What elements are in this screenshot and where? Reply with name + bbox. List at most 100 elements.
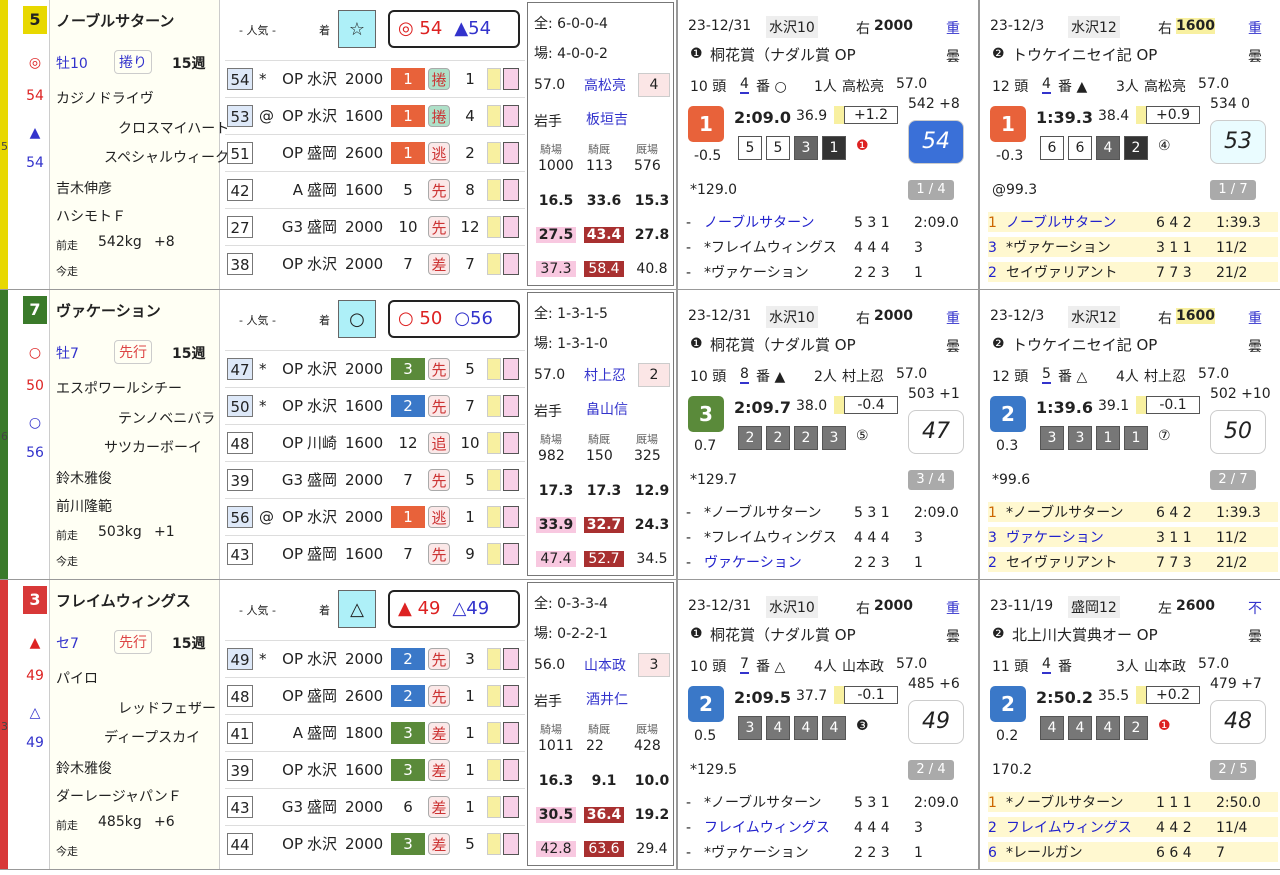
sex-age: 牡10 [56, 56, 88, 72]
race-result-row[interactable]: 2 フレイムウィングス 4 4 2 11/4 [988, 817, 1278, 837]
race-name[interactable]: 北上川大賞典オー OP [1012, 624, 1158, 645]
horse-name[interactable]: ヴァケーション [56, 300, 161, 321]
race-result-row[interactable]: 3 ヴァケーション 3 1 1 11/2 [988, 527, 1278, 547]
history-row[interactable]: 43 OP 盛岡 1600 7 先 9 [225, 535, 525, 571]
hist-class: OP [282, 650, 303, 668]
race-name[interactable]: 桐花賞（ナダル賞 OP [710, 624, 856, 645]
hist-dist: 1800 [345, 724, 384, 742]
trainer-name[interactable]: 酒井仁 [586, 689, 628, 709]
race-cond: 重 [946, 311, 960, 327]
race-result-row[interactable]: - ノーブルサターン 5 3 1 2:09.0 [686, 212, 976, 232]
race-result-row[interactable]: 6 *レールガン 6 6 4 7 [988, 842, 1278, 862]
race-weather: 曇 [946, 339, 960, 355]
jockey-name[interactable]: 高松亮 [584, 75, 626, 95]
hist-rank: 7 [403, 255, 413, 273]
race-weather: 曇 [946, 629, 960, 645]
corner-pos: 1 [1124, 426, 1148, 450]
race-result-row[interactable]: - フレイムウィングス 4 4 4 3 [686, 817, 976, 837]
pred2: △49 [452, 598, 490, 619]
hist-class: OP [282, 255, 303, 273]
history-row[interactable]: 47 * OP 水沢 2000 3 先 5 [225, 350, 525, 386]
owner: 鈴木雅俊 [56, 761, 112, 777]
race-last: 38.4 [1098, 108, 1130, 124]
race-place: 2 [990, 686, 1026, 722]
history-row[interactable]: 51 OP 盛岡 2600 1 逃 2 [225, 134, 525, 170]
race-name[interactable]: 桐花賞（ナダル賞 OP [710, 334, 856, 355]
race-result-row[interactable]: - *ヴァケーション 2 2 3 1 [686, 842, 976, 862]
race-name[interactable]: 桐花賞（ナダル賞 OP [710, 44, 856, 65]
history-row[interactable]: 43 G3 盛岡 2000 6 差 1 [225, 788, 525, 824]
result-name: *フレイムウィングス [704, 240, 837, 256]
result-name: *ヴァケーション [1006, 240, 1111, 256]
horse-name[interactable]: ノーブルサターン [56, 10, 174, 31]
hist-style: 捲 [428, 105, 450, 127]
race-time: 1:39.3 [1036, 108, 1094, 127]
race-result-row[interactable]: - *ノーブルサターン 5 3 1 2:09.0 [686, 792, 976, 812]
stat-head: 厩場 [636, 433, 658, 446]
race-heads: 10 頭 [690, 369, 727, 385]
hist-sym: @ [259, 107, 274, 125]
jockey-name[interactable]: 山本政 [584, 655, 626, 675]
star-mark[interactable]: ○ [338, 300, 376, 338]
hist-bar2 [503, 543, 519, 565]
race-name[interactable]: トウケイニセイ記 OP [1012, 44, 1157, 65]
history-row[interactable]: 50 * OP 水沢 1600 2 先 7 [225, 387, 525, 423]
race-result-row[interactable]: 3 *ヴァケーション 3 1 1 11/2 [988, 237, 1278, 257]
corner-pos: 4 [766, 716, 790, 740]
star-mark[interactable]: ☆ [338, 10, 376, 48]
race-result-row[interactable]: - ヴァケーション 2 2 3 1 [686, 552, 976, 572]
breeder: ダーレージャパンＦ [56, 789, 182, 805]
stat-head: 騎場 [540, 723, 562, 736]
history-row[interactable]: 39 OP 水沢 1600 3 差 1 [225, 751, 525, 787]
pop-label: - 人気 - [239, 604, 276, 617]
star-mark[interactable]: △ [338, 590, 376, 628]
result-corners: 4 4 4 [854, 240, 890, 256]
race-result-row[interactable]: 1 *ノーブルサターン 1 1 1 2:50.0 [988, 792, 1278, 812]
hist-class: OP [282, 360, 303, 378]
history-row[interactable]: 27 G3 盛岡 2000 10 先 12 [225, 208, 525, 244]
result-time: 11/4 [1216, 820, 1248, 836]
run-style: 先行 [114, 630, 152, 654]
race-result-row[interactable]: 1 *ノーブルサターン 6 4 2 1:39.3 [988, 502, 1278, 522]
race-result-row[interactable]: - *フレイムウィングス 4 4 4 3 [686, 237, 976, 257]
history-row[interactable]: 41 A 盛岡 1800 3 差 1 [225, 714, 525, 750]
race-circ: ❷ [992, 46, 1005, 62]
race-result-row[interactable]: - *フレイムウィングス 4 4 4 3 [686, 527, 976, 547]
history-row[interactable]: 49 * OP 水沢 2000 2 先 3 [225, 640, 525, 676]
run-style: 捲り [114, 50, 152, 74]
pred1: ▲ 49 [398, 598, 441, 619]
history-row[interactable]: 54 * OP 水沢 2000 1 捲 1 [225, 60, 525, 96]
race-result-row[interactable]: - *ヴァケーション 2 2 3 1 [686, 262, 976, 282]
horse-number: 7 [23, 296, 47, 324]
race-margin: 0.7 [694, 438, 717, 454]
history-row[interactable]: 48 OP 盛岡 2600 2 先 1 [225, 677, 525, 713]
hist-bar [487, 142, 501, 164]
hist-index: 39 [227, 759, 253, 781]
prev-label: 前走 [56, 239, 78, 252]
trainer-name[interactable]: 畠山信 [586, 399, 628, 419]
history-row[interactable]: 53 @ OP 水沢 1600 1 捲 4 [225, 97, 525, 133]
history-row[interactable]: 44 OP 水沢 2000 3 差 5 [225, 825, 525, 861]
hist-rank: 2 [391, 685, 425, 707]
damsire: サツカーボーイ [104, 440, 202, 456]
race-place: 1 [688, 106, 724, 142]
race-result-row[interactable]: 2 セイヴァリアント 7 7 3 21/2 [988, 552, 1278, 572]
race-pop: 4人 [1116, 369, 1139, 385]
trainer-name[interactable]: 板垣吉 [586, 109, 628, 129]
mark2-value: 56 [26, 445, 44, 461]
jockey-name[interactable]: 村上忍 [584, 365, 626, 385]
race-result-row[interactable]: - *ノーブルサターン 5 3 1 2:09.0 [686, 502, 976, 522]
stat-rate: 37.3 [536, 261, 576, 277]
history-row[interactable]: 56 @ OP 水沢 2000 1 逃 1 [225, 498, 525, 534]
horse-name[interactable]: フレイムウィングス [56, 590, 191, 611]
history-row[interactable]: 39 G3 盛岡 2000 7 先 5 [225, 461, 525, 497]
race-result-row[interactable]: 1 ノーブルサターン 6 4 2 1:39.3 [988, 212, 1278, 232]
race-result-row[interactable]: 2 セイヴァリアント 7 7 3 21/2 [988, 262, 1278, 282]
history-row[interactable]: 38 OP 水沢 2000 7 差 7 [225, 245, 525, 281]
history-row[interactable]: 42 A 盛岡 1600 5 先 8 [225, 171, 525, 207]
race-name[interactable]: トウケイニセイ記 OP [1012, 334, 1157, 355]
history-row[interactable]: 48 OP 川崎 1600 12 追 10 [225, 424, 525, 460]
hist-track: 水沢 [307, 650, 338, 668]
pred2: ▲54 [454, 18, 492, 39]
corner-pos: 2 [1124, 136, 1148, 160]
